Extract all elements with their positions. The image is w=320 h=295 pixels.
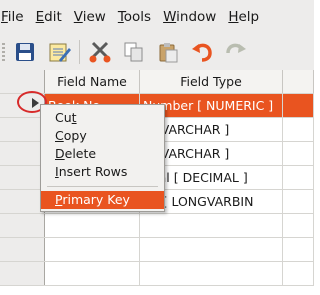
field-type-cell[interactable] [140, 262, 283, 285]
context-menu: Cut Copy Delete Insert Rows Primary Key [40, 104, 165, 212]
row-selector[interactable] [0, 118, 45, 141]
context-menu-cut[interactable]: Cut [41, 109, 164, 127]
menu-tools[interactable]: Tools [118, 9, 151, 25]
toolbar-grip[interactable] [2, 43, 5, 61]
cut-icon[interactable] [86, 38, 114, 66]
save-icon[interactable] [11, 38, 39, 66]
context-menu-copy[interactable]: Copy [41, 127, 164, 145]
field-name-cell[interactable] [45, 214, 140, 237]
redo-icon [222, 38, 250, 66]
undo-icon[interactable] [188, 38, 216, 66]
field-name-cell[interactable] [45, 262, 140, 285]
extra-cell[interactable] [283, 118, 314, 141]
context-menu-primary-key[interactable]: Primary Key [41, 191, 164, 209]
table-header-row: Field Name Field Type [0, 70, 314, 94]
menu-view[interactable]: View [74, 9, 106, 25]
row-selector[interactable] [0, 166, 45, 189]
row-selector[interactable] [0, 238, 45, 261]
field-type-cell[interactable] [140, 214, 283, 237]
toolbar [0, 34, 314, 71]
extra-cell[interactable] [283, 142, 314, 165]
edit-icon[interactable] [45, 38, 73, 66]
field-name-cell[interactable] [45, 238, 140, 261]
extra-cell[interactable] [283, 94, 314, 117]
menu-help[interactable]: Help [228, 9, 259, 25]
table-row[interactable] [0, 262, 314, 286]
extra-cell[interactable] [283, 166, 314, 189]
column-header-field-type[interactable]: Field Type [140, 70, 283, 93]
context-menu-delete[interactable]: Delete [41, 145, 164, 163]
column-header-field-name[interactable]: Field Name [45, 70, 140, 93]
field-type-cell[interactable] [140, 238, 283, 261]
paste-icon[interactable] [154, 38, 182, 66]
row-selector-header[interactable] [0, 70, 45, 93]
copy-icon[interactable] [120, 38, 148, 66]
table-row[interactable] [0, 238, 314, 262]
extra-cell[interactable] [283, 214, 314, 237]
extra-cell[interactable] [283, 190, 314, 213]
menu-window[interactable]: Window [163, 9, 216, 25]
menu-file[interactable]: File [1, 9, 24, 25]
column-header-extra [283, 70, 314, 93]
row-selector[interactable] [0, 262, 45, 285]
extra-cell[interactable] [283, 262, 314, 285]
row-selector[interactable] [0, 142, 45, 165]
menu-bar: File Edit View Tools Window Help [0, 0, 314, 34]
context-menu-separator [47, 186, 158, 187]
menu-edit[interactable]: Edit [36, 9, 62, 25]
row-selector[interactable] [0, 190, 45, 213]
toolbar-separator [79, 40, 80, 64]
context-menu-insert-rows[interactable]: Insert Rows [41, 163, 164, 181]
table-row[interactable] [0, 214, 314, 238]
row-selector[interactable] [0, 214, 45, 237]
extra-cell[interactable] [283, 238, 314, 261]
